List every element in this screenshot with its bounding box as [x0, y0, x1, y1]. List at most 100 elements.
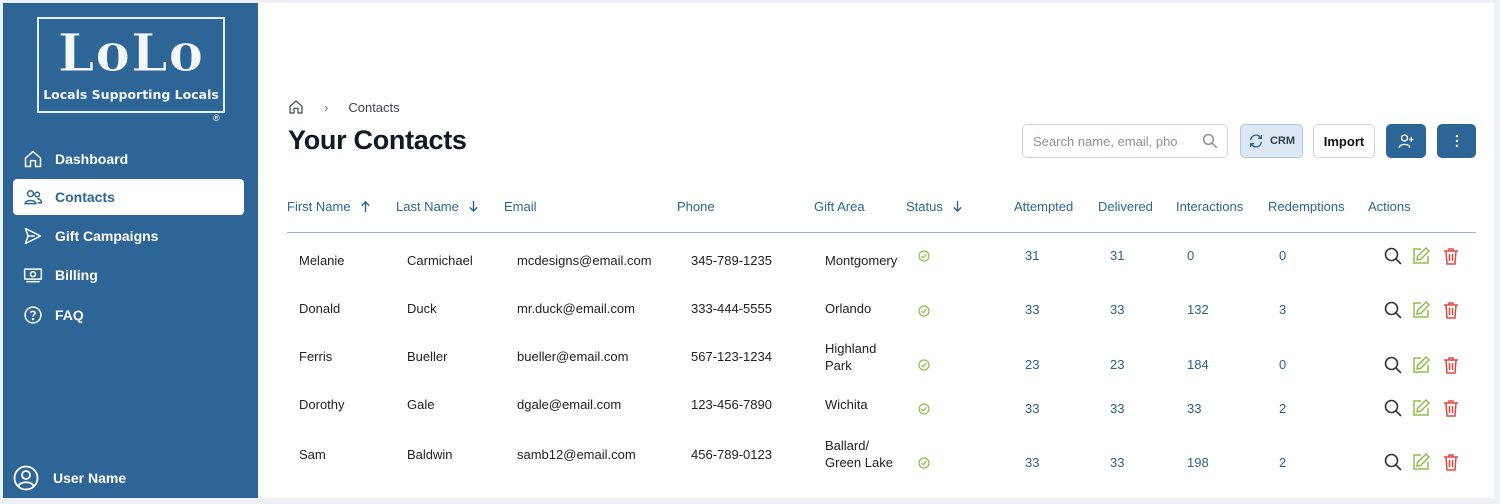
breadcrumb-current: Contacts [348, 99, 400, 115]
header-label: Interactions [1176, 199, 1244, 214]
cell-email: mcdesigns@email.com [517, 253, 652, 268]
sidebar-item-billing[interactable]: Billing [13, 257, 244, 293]
more-options-button[interactable] [1437, 124, 1476, 158]
status-check-icon [918, 250, 930, 262]
cell-last-name: Carmichael [407, 253, 473, 268]
cell-last-name: Baldwin [407, 447, 453, 462]
sidebar-item-label: Gift Campaigns [55, 228, 159, 244]
cell-attempted: 31 [1025, 248, 1040, 263]
column-header-email[interactable]: Email [504, 199, 537, 214]
cell-redemptions: 0 [1279, 357, 1287, 372]
cell-interactions: 198 [1187, 455, 1209, 470]
import-button[interactable]: Import [1313, 124, 1375, 158]
logo-tagline: Locals Supporting Locals [43, 87, 219, 102]
home-icon[interactable] [288, 99, 304, 115]
sidebar-item-contacts[interactable]: Contacts [13, 179, 244, 215]
header-label: Status [906, 199, 943, 214]
cell-redemptions: 2 [1279, 401, 1287, 416]
sidebar-item-label: Dashboard [55, 151, 129, 167]
users-icon [24, 190, 43, 205]
cell-first-name: Dorothy [299, 397, 345, 412]
registered-mark: ® [213, 113, 220, 123]
cell-attempted: 33 [1025, 401, 1040, 416]
gift-area-line: Park [825, 358, 852, 373]
column-header-first-name[interactable]: First Name [287, 199, 372, 214]
header-label: Actions [1368, 199, 1411, 214]
view-icon[interactable] [1383, 300, 1403, 320]
arrow-down-icon [953, 200, 962, 213]
search-icon[interactable] [1201, 132, 1219, 150]
status-check-icon [918, 359, 930, 371]
header-label: Gift Area [814, 199, 865, 214]
cell-interactions: 0 [1187, 248, 1195, 263]
edit-icon[interactable] [1411, 246, 1431, 266]
delete-icon[interactable] [1441, 246, 1461, 266]
lolo-logo[interactable]: LoLo Locals Supporting Locals [37, 17, 225, 113]
cell-phone: 333-444-5555 [691, 301, 772, 316]
sidebar-item-label: Contacts [55, 189, 115, 205]
cell-email: dgale@email.com [517, 397, 622, 412]
header-label: Delivered [1098, 199, 1153, 214]
billing-icon [23, 268, 43, 283]
cell-attempted: 33 [1025, 455, 1040, 470]
column-header-status[interactable]: Status [906, 199, 964, 214]
column-header-interactions[interactable]: Interactions [1176, 199, 1243, 214]
delete-icon[interactable] [1441, 452, 1461, 472]
view-icon[interactable] [1383, 398, 1403, 418]
header-label: First Name [287, 199, 351, 214]
column-header-actions: Actions [1368, 199, 1411, 214]
cell-email: bueller@email.com [517, 349, 629, 364]
header-label: Last Name [396, 199, 459, 214]
column-header-redemptions[interactable]: Redemptions [1268, 199, 1345, 214]
sidebar-item-faq[interactable]: FAQ [13, 297, 244, 333]
sidebar-item-dashboard[interactable]: Dashboard [13, 141, 244, 177]
cell-first-name: Ferris [299, 349, 333, 364]
view-icon[interactable] [1383, 452, 1403, 472]
cell-first-name: Donald [299, 301, 341, 316]
search-box[interactable] [1022, 124, 1228, 158]
delete-icon[interactable] [1441, 355, 1461, 375]
header-label: Email [504, 199, 537, 214]
home-icon [24, 150, 42, 168]
sidebar-item-label: FAQ [55, 307, 84, 323]
cell-first-name: Melanie [299, 253, 345, 268]
header-label: Redemptions [1268, 199, 1345, 214]
gift-area-line: Ballard/ [825, 438, 870, 453]
help-circle-icon [24, 306, 42, 324]
cell-last-name: Gale [407, 397, 435, 412]
cell-redemptions: 3 [1279, 302, 1287, 317]
column-header-delivered[interactable]: Delivered [1098, 199, 1153, 214]
sidebar-item-gift-campaigns[interactable]: Gift Campaigns [13, 218, 244, 254]
cell-last-name: Duck [407, 301, 437, 316]
column-header-last-name[interactable]: Last Name [396, 199, 480, 214]
user-menu[interactable]: User Name [13, 465, 126, 491]
send-icon [24, 227, 42, 245]
cell-phone: 123-456-7890 [691, 397, 772, 412]
status-check-icon [918, 305, 930, 317]
more-vertical-icon [1455, 134, 1458, 148]
user-plus-icon [1398, 134, 1414, 148]
cell-email: mr.duck@email.com [517, 301, 635, 316]
view-icon[interactable] [1383, 355, 1403, 375]
column-header-phone[interactable]: Phone [677, 199, 715, 214]
delete-icon[interactable] [1441, 398, 1461, 418]
view-icon[interactable] [1383, 246, 1403, 266]
refresh-icon [1249, 134, 1262, 148]
cell-gift-area: Wichita [825, 397, 868, 412]
sidebar: LoLo Locals Supporting Locals ® Dashboar… [3, 3, 258, 498]
logo-wordmark: LoLo [57, 23, 205, 85]
edit-icon[interactable] [1411, 355, 1431, 375]
search-input[interactable] [1033, 133, 1195, 149]
add-contact-button[interactable] [1386, 124, 1426, 158]
edit-icon[interactable] [1411, 398, 1431, 418]
crm-sync-button[interactable]: CRM [1240, 124, 1303, 158]
cell-interactions: 33 [1187, 401, 1202, 416]
column-header-gift-area[interactable]: Gift Area [814, 199, 865, 214]
cell-gift-area: Montgomery [825, 253, 898, 268]
column-header-attempted[interactable]: Attempted [1014, 199, 1073, 214]
edit-icon[interactable] [1411, 300, 1431, 320]
header-label: Phone [677, 199, 715, 214]
header-divider [287, 232, 1476, 233]
delete-icon[interactable] [1441, 300, 1461, 320]
edit-icon[interactable] [1411, 452, 1431, 472]
